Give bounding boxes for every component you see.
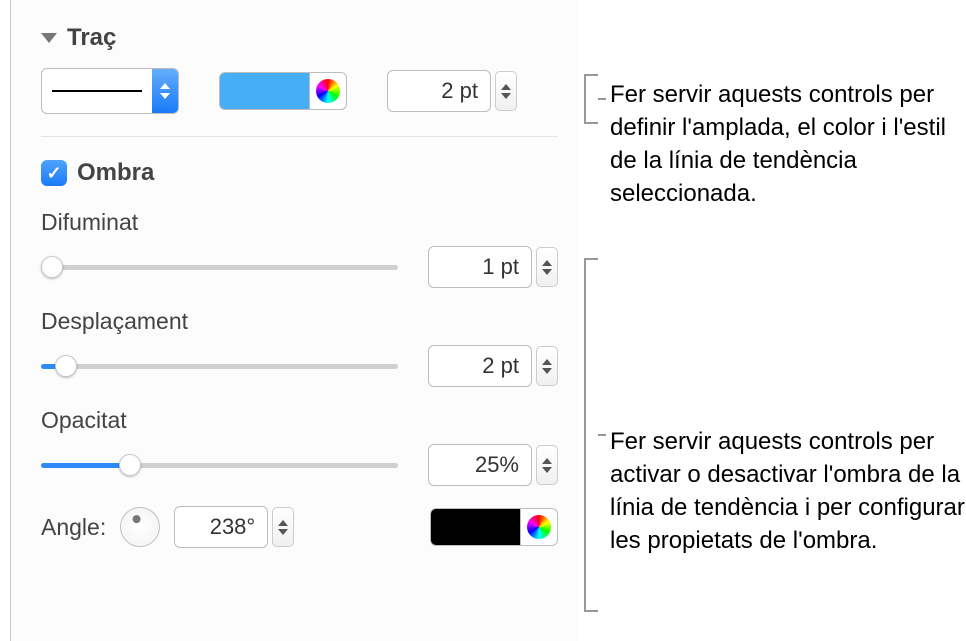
callout-connector-icon <box>598 98 606 100</box>
slider-thumb-icon[interactable] <box>119 454 141 476</box>
shadow-label: Ombra <box>77 159 154 187</box>
stroke-width-stepper[interactable]: 2 pt <box>387 70 517 112</box>
opacity-slider[interactable] <box>41 453 398 477</box>
callout-bracket-icon <box>584 74 598 124</box>
angle-dial[interactable] <box>120 507 160 547</box>
callout-stroke: Fer servir aquests controls per definir … <box>610 78 960 210</box>
shadow-color-well[interactable] <box>430 508 558 546</box>
shadow-checkbox-row[interactable]: ✓ Ombra <box>41 159 558 187</box>
inspector-panel: Traç 2 pt ✓ Ombra Difuminat <box>10 0 578 641</box>
stroke-section-header[interactable]: Traç <box>41 24 558 52</box>
stepper-arrows-icon[interactable] <box>272 507 294 547</box>
slider-thumb-icon[interactable] <box>41 256 63 278</box>
line-style-select[interactable] <box>41 68 179 114</box>
callout-shadow: Fer servir aquests controls per activar … <box>610 425 966 557</box>
offset-stepper[interactable]: 2 pt <box>428 345 558 387</box>
stroke-width-input[interactable]: 2 pt <box>387 70 491 112</box>
blur-input[interactable]: 1 pt <box>428 246 532 288</box>
stepper-arrows-icon[interactable] <box>536 445 558 485</box>
stroke-color-swatch[interactable] <box>219 72 309 110</box>
offset-block: Desplaçament 2 pt <box>41 308 558 387</box>
color-picker-button[interactable] <box>520 508 558 546</box>
blur-stepper[interactable]: 1 pt <box>428 246 558 288</box>
stepper-arrows-icon[interactable] <box>536 346 558 386</box>
opacity-label: Opacitat <box>41 407 558 434</box>
shadow-checkbox[interactable]: ✓ <box>41 160 67 186</box>
blur-block: Difuminat 1 pt <box>41 209 558 288</box>
popup-arrows-icon <box>152 69 178 113</box>
offset-slider[interactable] <box>41 354 398 378</box>
stroke-title: Traç <box>67 24 116 52</box>
angle-label: Angle: <box>41 514 106 541</box>
offset-input[interactable]: 2 pt <box>428 345 532 387</box>
opacity-stepper[interactable]: 25% <box>428 444 558 486</box>
stroke-controls-row: 2 pt <box>41 68 558 137</box>
blur-label: Difuminat <box>41 209 558 236</box>
shadow-color-swatch[interactable] <box>430 508 520 546</box>
color-picker-button[interactable] <box>309 72 347 110</box>
slider-thumb-icon[interactable] <box>55 355 77 377</box>
angle-indicator-icon <box>133 515 141 523</box>
angle-stepper[interactable]: 238° <box>174 506 294 548</box>
stepper-arrows-icon[interactable] <box>536 247 558 287</box>
blur-slider[interactable] <box>41 255 398 279</box>
color-wheel-icon <box>316 79 340 103</box>
line-preview-icon <box>52 90 142 92</box>
callout-bracket-icon <box>584 258 598 612</box>
offset-label: Desplaçament <box>41 308 558 335</box>
color-wheel-icon <box>527 515 551 539</box>
angle-row: Angle: 238° <box>41 506 558 548</box>
callout-connector-icon <box>598 434 606 436</box>
stroke-color-well[interactable] <box>219 72 347 110</box>
opacity-block: Opacitat 25% <box>41 407 558 486</box>
stepper-arrows-icon[interactable] <box>495 71 517 111</box>
angle-input[interactable]: 238° <box>174 506 268 548</box>
disclosure-triangle-icon <box>41 33 57 43</box>
opacity-input[interactable]: 25% <box>428 444 532 486</box>
